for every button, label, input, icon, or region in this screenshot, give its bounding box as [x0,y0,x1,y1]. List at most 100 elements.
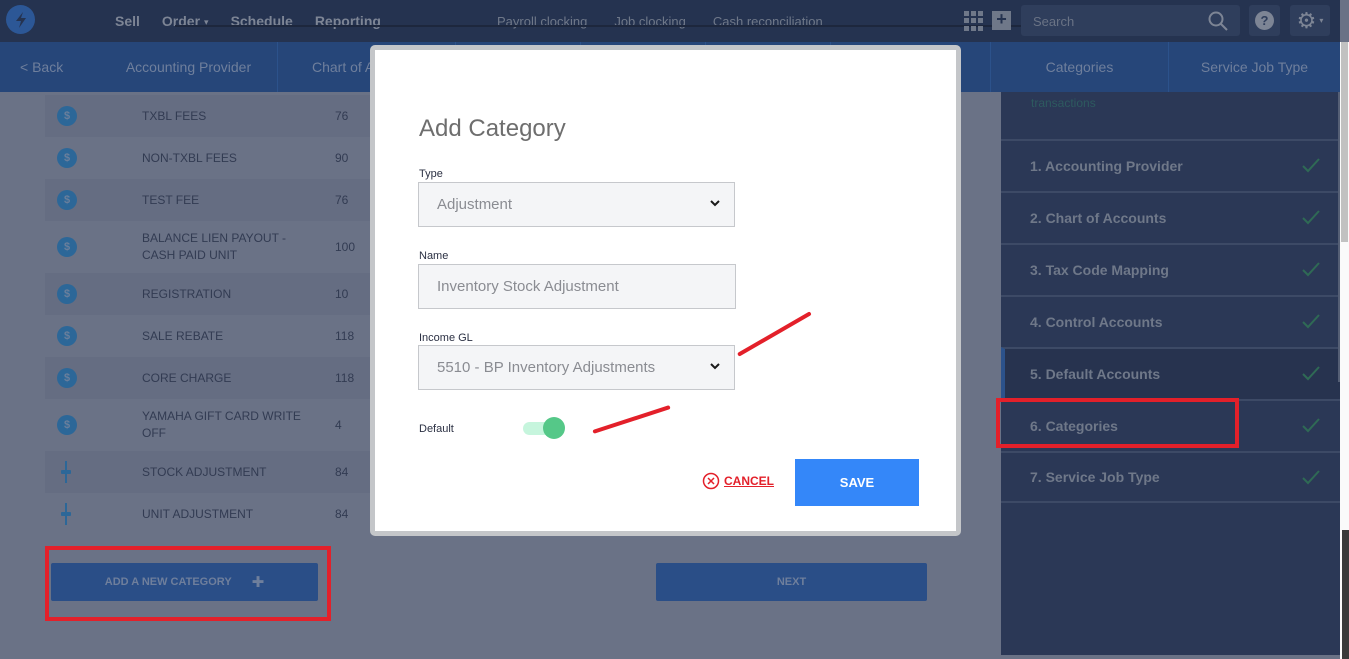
checkmark-icon [1302,314,1320,329]
category-row[interactable]: $ TEST FEE 76 [45,179,375,221]
step-label: 3. Tax Code Mapping [1030,262,1169,278]
checkmark-icon [1302,210,1320,225]
dollar-icon: $ [57,237,77,257]
step-label: 2. Chart of Accounts [1030,210,1167,226]
category-row[interactable]: $ TXBL FEES 76 [45,95,375,137]
scrollbar-track-dark [1342,530,1349,659]
nav-sell[interactable]: Sell [115,13,140,29]
top-navigation-bar: Sell Order ▾ Schedule Reporting Payroll c… [0,0,1340,42]
name-input[interactable]: Inventory Stock Adjustment [418,264,736,309]
default-label: Default [419,423,454,435]
adjustment-icon [61,461,71,483]
category-count: 10 [335,287,349,301]
bottom-strip [0,655,1340,659]
checkmark-icon [1302,366,1320,381]
gear-icon: ⚙ [1296,7,1317,33]
sidebar-step-accounting-provider[interactable]: 1. Accounting Provider [1001,139,1340,191]
dollar-icon: $ [57,106,77,126]
checkmark-icon [1302,470,1320,485]
category-count: 4 [335,418,342,432]
checkmark-icon [1302,418,1320,433]
sidebar-step-control-accounts[interactable]: 4. Control Accounts [1001,295,1340,347]
category-count: 100 [335,240,356,254]
sidebar-step-chart-of-accounts[interactable]: 2. Chart of Accounts [1001,191,1340,243]
annotation-highlight-add-button [45,546,331,621]
secondary-nav: Payroll clocking Job clocking Cash recon… [497,0,823,42]
app-logo[interactable] [6,5,35,34]
category-name: TEST FEE [142,192,200,207]
page: Sell Order ▾ Schedule Reporting Payroll c… [0,0,1349,659]
category-count: 76 [335,193,349,207]
next-button[interactable]: NEXT [656,563,927,601]
category-row[interactable]: $ BALANCE LIEN PAYOUT - CASH PAID UNIT 1… [45,221,375,273]
dollar-icon: $ [57,326,77,346]
category-row[interactable]: UNIT ADJUSTMENT 84 [45,493,375,535]
checkmark-icon [1302,262,1320,277]
type-label: Type [419,168,443,180]
tab-categories[interactable]: Categories [991,42,1169,92]
category-row[interactable]: $ CORE CHARGE 118 [45,357,375,399]
sidebar-step-tax-code-mapping[interactable]: 3. Tax Code Mapping [1001,243,1340,295]
category-name: NON-TXBL FEES [142,150,237,165]
help-button[interactable]: ? [1249,5,1280,36]
sidebar-step-service-job-type[interactable]: 7. Service Job Type [1001,451,1340,503]
apps-grid-icon[interactable] [964,11,984,31]
dollar-icon: $ [57,190,77,210]
income-gl-select-value: 5510 - BP Inventory Adjustments [437,359,656,376]
checkmark-icon [1302,158,1320,173]
adjustment-icon [61,503,71,525]
type-select[interactable]: Adjustment [418,182,735,227]
category-row[interactable]: $ NON-TXBL FEES 90 [45,137,375,179]
save-button[interactable]: SAVE [795,459,919,506]
step-label: 7. Service Job Type [1030,469,1160,485]
page-scrollbar-thumb[interactable] [1341,42,1348,242]
settings-button[interactable]: ⚙ ▾ [1290,5,1330,36]
category-name: YAMAHA GIFT CARD WRITE OFF [142,409,301,440]
main-nav: Sell Order ▾ Schedule Reporting [115,0,381,42]
name-input-value: Inventory Stock Adjustment [437,278,619,295]
step-label: 5. Default Accounts [1030,366,1161,382]
category-row[interactable]: STOCK ADJUSTMENT 84 [45,451,375,493]
lightning-bolt-icon [15,11,26,28]
step-label: 1. Accounting Provider [1030,158,1183,174]
question-icon: ? [1255,11,1274,30]
add-new-icon[interactable]: + [992,10,1011,30]
step-label: 4. Control Accounts [1030,314,1163,330]
tab-service-job-type[interactable]: Service Job Type [1169,42,1340,92]
dollar-icon: $ [57,368,77,388]
search-input[interactable] [1033,11,1203,31]
category-name: CORE CHARGE [142,370,232,385]
add-category-modal: Add Category Type Adjustment Name Invent… [370,45,961,536]
annotation-highlight-categories-step [996,398,1239,448]
sidebar-intro-text: transactions [1031,96,1096,110]
sidebar-step-default-accounts[interactable]: 5. Default Accounts [1001,347,1340,399]
income-gl-label: Income GL [419,332,473,344]
back-button[interactable]: < Back [0,42,100,92]
category-count: 84 [335,507,349,521]
dollar-icon: $ [57,415,77,435]
default-toggle[interactable] [521,417,565,439]
category-row[interactable]: $ YAMAHA GIFT CARD WRITE OFF 4 [45,399,375,451]
category-count: 84 [335,465,349,479]
type-select-value: Adjustment [437,196,513,213]
category-count: 118 [335,329,355,343]
dollar-icon: $ [57,284,77,304]
cancel-label: CANCEL [724,474,774,488]
category-name: TXBL FEES [142,108,207,123]
category-name: REGISTRATION [142,286,232,301]
category-row[interactable]: $ REGISTRATION 10 [45,273,375,315]
category-count: 76 [335,109,349,123]
category-name: BALANCE LIEN PAYOUT - CASH PAID UNIT [142,231,287,262]
caret-down-icon: ▾ [1319,16,1324,25]
category-name: SALE REBATE [142,328,224,343]
toggle-knob [543,417,565,439]
category-name: STOCK ADJUSTMENT [142,464,267,479]
category-row[interactable]: $ SALE REBATE 118 [45,315,375,357]
search-icon[interactable] [1208,11,1228,31]
overlay-line [175,25,1160,27]
category-count: 118 [335,371,355,385]
category-count: 90 [335,151,349,165]
tab-accounting-provider[interactable]: Accounting Provider [100,42,278,92]
cancel-button[interactable]: CANCEL [702,472,774,490]
income-gl-select[interactable]: 5510 - BP Inventory Adjustments [418,345,735,390]
